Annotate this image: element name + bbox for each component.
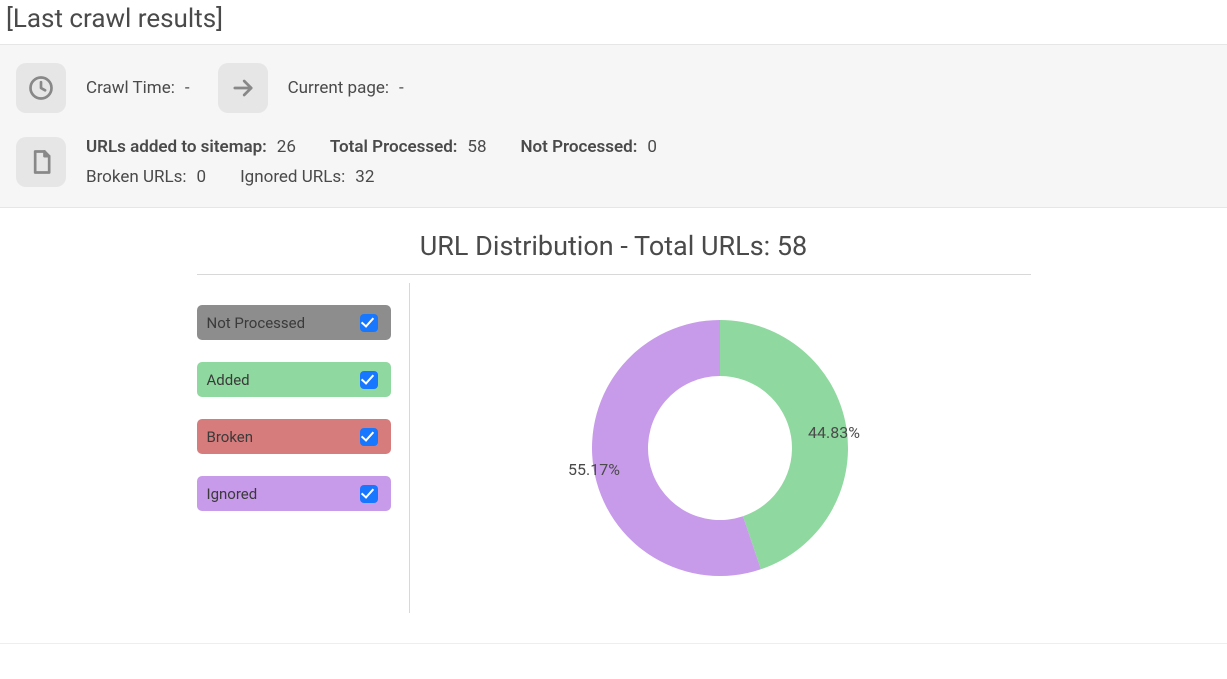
legend-label-broken: Broken xyxy=(207,428,254,446)
legend-check-broken[interactable] xyxy=(360,428,378,446)
ignored-urls-label: Ignored URLs: xyxy=(240,167,345,187)
total-processed: Total Processed: 58 xyxy=(330,137,487,157)
urls-added-label: URLs added to sitemap: xyxy=(86,137,267,157)
legend-check-ignored[interactable] xyxy=(360,485,378,503)
crawl-stats-row: URLs added to sitemap: 26 Total Processe… xyxy=(16,137,1211,187)
ignored-urls: Ignored URLs: 32 xyxy=(240,167,374,187)
chart-area: URL Distribution - Total URLs: 58 Not Pr… xyxy=(0,208,1227,644)
chart-title: URL Distribution - Total URLs: 58 xyxy=(197,230,1031,275)
crawl-time: Crawl Time: - xyxy=(86,78,190,98)
crawl-header: Crawl Time: - Current page: - URLs added… xyxy=(0,44,1227,208)
arrow-right-icon xyxy=(218,63,268,113)
chart-body: Not Processed Added Broken Ignored 44.83… xyxy=(197,283,1031,613)
donut-svg xyxy=(560,288,880,608)
donut-label-added: 44.83% xyxy=(808,423,860,442)
crawl-info-row: Crawl Time: - Current page: - xyxy=(16,63,1211,113)
legend-item-ignored[interactable]: Ignored xyxy=(197,476,391,511)
legend-check-not-processed[interactable] xyxy=(360,314,378,332)
stats-line-1: URLs added to sitemap: 26 Total Processe… xyxy=(86,137,691,157)
crawl-time-label: Crawl Time: xyxy=(86,78,175,98)
legend-label-not-processed: Not Processed xyxy=(207,314,306,332)
broken-urls-value: 0 xyxy=(197,167,207,187)
total-processed-label: Total Processed: xyxy=(330,137,458,157)
total-processed-value: 58 xyxy=(467,137,486,157)
broken-urls: Broken URLs: 0 xyxy=(86,167,206,187)
broken-urls-label: Broken URLs: xyxy=(86,167,187,187)
donut-label-ignored: 55.17% xyxy=(568,460,620,479)
not-processed-label: Not Processed: xyxy=(521,137,638,157)
legend-label-ignored: Ignored xyxy=(207,485,258,503)
legend-check-added[interactable] xyxy=(360,371,378,389)
current-page-label: Current page: xyxy=(288,78,389,98)
current-page: Current page: - xyxy=(288,78,404,98)
clock-icon xyxy=(16,63,66,113)
not-processed: Not Processed: 0 xyxy=(521,137,657,157)
stats-column: URLs added to sitemap: 26 Total Processe… xyxy=(86,137,691,187)
legend-item-broken[interactable]: Broken xyxy=(197,419,391,454)
file-icon xyxy=(16,137,66,187)
donut-chart: 44.83% 55.17% xyxy=(410,283,1031,613)
legend-item-not-processed[interactable]: Not Processed xyxy=(197,305,391,340)
page-title: [Last crawl results] xyxy=(0,0,1227,44)
urls-added-value: 26 xyxy=(277,137,296,157)
legend-item-added[interactable]: Added xyxy=(197,362,391,397)
current-page-value: - xyxy=(399,78,404,98)
stats-line-2: Broken URLs: 0 Ignored URLs: 32 xyxy=(86,167,691,187)
donut-wrap: 44.83% 55.17% xyxy=(560,288,880,608)
crawl-time-value: - xyxy=(185,78,190,98)
urls-added: URLs added to sitemap: 26 xyxy=(86,137,296,157)
ignored-urls-value: 32 xyxy=(355,167,374,187)
not-processed-value: 0 xyxy=(647,137,657,157)
legend-label-added: Added xyxy=(207,371,250,389)
legend: Not Processed Added Broken Ignored xyxy=(197,283,410,613)
